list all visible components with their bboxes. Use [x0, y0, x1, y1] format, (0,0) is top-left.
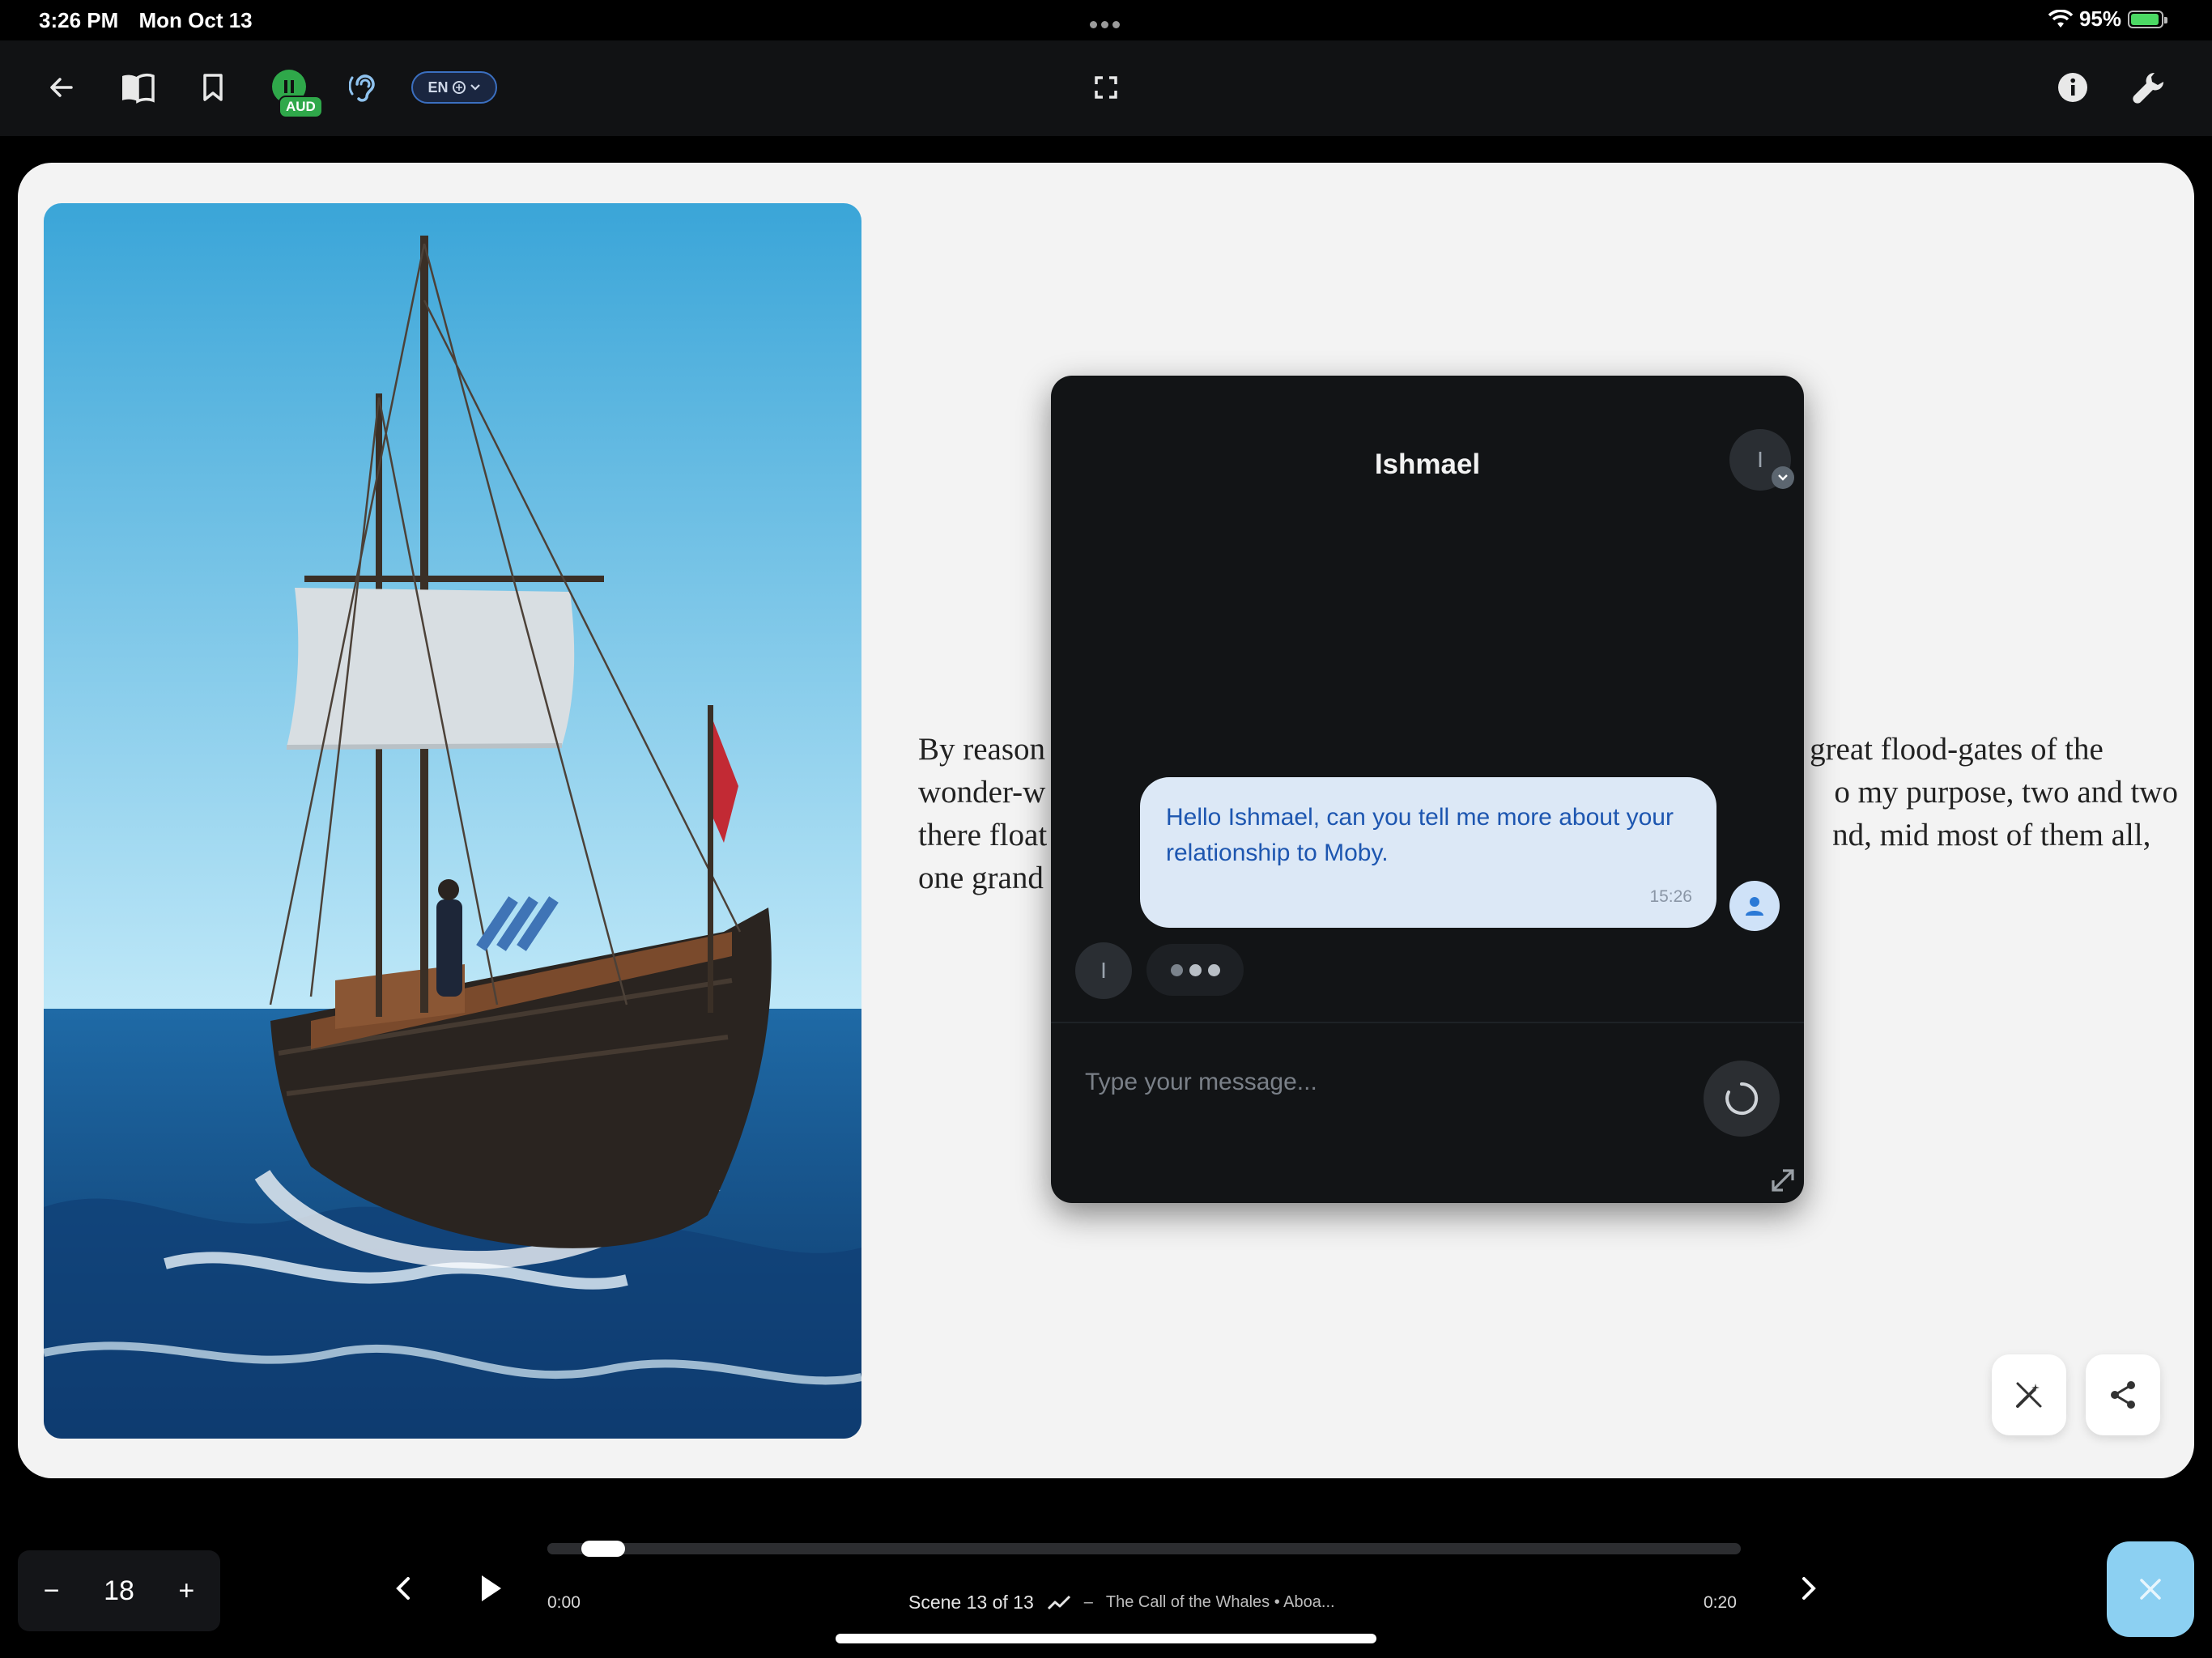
close-icon: [2140, 1579, 2161, 1600]
status-date: Mon Oct 13: [138, 8, 253, 32]
person-icon: [1746, 897, 1763, 916]
progress-thumb[interactable]: [581, 1541, 625, 1557]
chevron-left-icon: [396, 1577, 410, 1600]
settings-button[interactable]: [2125, 63, 2173, 112]
expand-icon: [1772, 1169, 1794, 1192]
multitasking-dots-icon[interactable]: [1090, 18, 1124, 32]
passage-text: By reason: [918, 732, 1046, 767]
increase-font-button[interactable]: +: [162, 1567, 211, 1615]
close-button[interactable]: [2107, 1541, 2194, 1637]
library-button[interactable]: [113, 63, 162, 112]
wifi-icon: [2048, 9, 2073, 28]
arrow-left-icon: [50, 78, 73, 97]
audio-toggle-button[interactable]: AUD: [272, 70, 324, 121]
next-scene-button[interactable]: [1784, 1564, 1833, 1613]
wrench-icon: [2133, 72, 2164, 104]
user-message-bubble: Hello Ishmael, can you tell me more abou…: [1140, 777, 1716, 928]
character-initial: I: [1100, 958, 1107, 983]
passage-text: nd, mid most of them all,: [1832, 818, 2151, 852]
chapter-label: The Call of the Whales • Aboa...: [1105, 1593, 1335, 1611]
bookmark-button[interactable]: [189, 63, 237, 112]
battery-charging-icon: [2128, 10, 2167, 28]
chat-title: Ishmael: [1374, 449, 1481, 480]
loading-spinner-icon: [1725, 1082, 1759, 1115]
status-bar: 3:26 PM Mon Oct 13 95%: [0, 0, 2212, 40]
reader-toolbar: AUD EN: [0, 40, 2212, 136]
previous-scene-button[interactable]: [379, 1564, 428, 1613]
fullscreen-icon: [1095, 76, 1117, 99]
character-avatar: I: [1075, 942, 1132, 999]
ship-at-sea-image: [44, 203, 861, 1439]
play-icon: [482, 1575, 501, 1601]
share-icon: [2111, 1381, 2135, 1409]
passage-text: o my purpose, two and two: [1834, 775, 2178, 810]
message-text: Hello Ishmael, can you tell me more abou…: [1166, 804, 1674, 866]
status-datetime: 3:26 PM Mon Oct 13: [39, 8, 253, 33]
chat-divider: [1051, 1022, 1804, 1023]
home-indicator[interactable]: [836, 1634, 1376, 1643]
user-avatar: [1729, 881, 1780, 931]
share-button[interactable]: [2086, 1354, 2160, 1435]
back-button[interactable]: [37, 63, 86, 112]
info-icon: [2058, 73, 2087, 102]
total-time: 0:20: [1704, 1593, 1737, 1612]
passage-text: one grand: [918, 861, 1044, 895]
typing-indicator: [1146, 944, 1244, 996]
status-right: 95%: [2048, 6, 2167, 32]
scene-illustration: [44, 203, 861, 1439]
playback-progress-slider[interactable]: [547, 1541, 1741, 1557]
chevron-down-icon: [1772, 466, 1794, 489]
character-initial: I: [1757, 447, 1763, 472]
send-button[interactable]: [1704, 1061, 1780, 1137]
separator: –: [1083, 1593, 1093, 1611]
decrease-font-button[interactable]: −: [28, 1567, 76, 1615]
trend-line-icon[interactable]: [1047, 1594, 1071, 1612]
open-book-icon: [122, 73, 155, 104]
chevron-right-icon: [1802, 1577, 1816, 1600]
font-size-value: 18: [104, 1575, 134, 1606]
play-button[interactable]: [466, 1564, 515, 1613]
passage-text: wonder-w: [918, 775, 1046, 810]
status-time: 3:26 PM: [39, 8, 119, 32]
passage-text: there float: [918, 818, 1048, 852]
language-selector[interactable]: EN: [411, 71, 497, 104]
listen-button[interactable]: [340, 63, 389, 112]
fullscreen-button[interactable]: [1082, 63, 1130, 112]
character-chat-panel: Ishmael I Hello Ishmael, can you tell me…: [1051, 376, 1804, 1203]
character-selector[interactable]: I: [1729, 429, 1794, 491]
expand-button[interactable]: [1768, 1166, 1797, 1195]
audio-badge: AUD: [279, 96, 323, 118]
magic-wand-off-icon: [2016, 1382, 2042, 1408]
info-button[interactable]: [2048, 63, 2097, 112]
message-input[interactable]: [1083, 1056, 1653, 1109]
language-label: EN: [428, 79, 449, 96]
ear-icon: [349, 74, 375, 102]
scene-label: Scene 13 of 13: [908, 1592, 1034, 1613]
chevron-down-icon: [470, 84, 480, 91]
passage-text: great flood-gates of the: [1810, 732, 2104, 767]
translate-icon: [452, 81, 466, 94]
message-timestamp: 15:26: [1649, 887, 1692, 906]
magic-toggle-button[interactable]: [1992, 1354, 2066, 1435]
elapsed-time: 0:00: [547, 1593, 581, 1612]
scene-info: Scene 13 of 13 – The Call of the Whales …: [908, 1592, 1335, 1613]
bookmark-icon: [203, 74, 223, 101]
battery-percent: 95%: [2078, 6, 2121, 31]
font-size-control: − 18 +: [18, 1550, 220, 1631]
